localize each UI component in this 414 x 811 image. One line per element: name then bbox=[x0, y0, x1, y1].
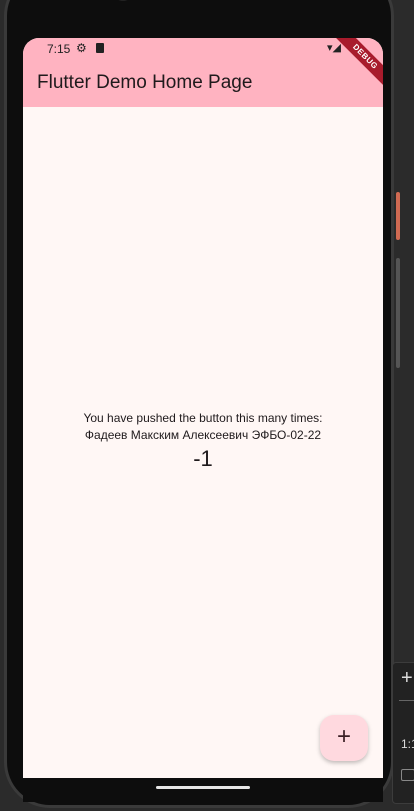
camera-icon bbox=[113, 0, 133, 1]
status-bar: 7:15 ⚙ ▾◢ bbox=[23, 38, 383, 60]
screenshot-icon[interactable] bbox=[401, 769, 414, 781]
increment-button[interactable]: + bbox=[320, 715, 368, 761]
device-frame: 7:15 ⚙ ▾◢ Flutter Demo Home Page DEBUG Y… bbox=[0, 0, 414, 811]
app-screen: 7:15 ⚙ ▾◢ Flutter Demo Home Page DEBUG Y… bbox=[23, 38, 383, 778]
sd-card-icon bbox=[96, 43, 104, 53]
counter-value: -1 bbox=[193, 446, 213, 471]
app-bar: 7:15 ⚙ ▾◢ Flutter Demo Home Page DEBUG bbox=[23, 38, 383, 107]
gear-icon: ⚙ bbox=[76, 41, 87, 55]
zoom-in-icon[interactable]: + bbox=[401, 667, 413, 690]
navigation-bar bbox=[23, 778, 383, 802]
zoom-ratio-button[interactable]: 1:1 bbox=[401, 737, 414, 751]
power-button[interactable] bbox=[396, 192, 400, 240]
emulator-toolbar: + 1:1 bbox=[392, 662, 414, 804]
page-title: Flutter Demo Home Page bbox=[37, 72, 253, 93]
counter-section: You have pushed the button this many tim… bbox=[23, 410, 383, 474]
divider bbox=[399, 700, 414, 701]
home-indicator[interactable] bbox=[156, 786, 250, 789]
volume-button[interactable] bbox=[396, 258, 400, 368]
plus-icon: + bbox=[336, 723, 351, 750]
status-time: 7:15 bbox=[47, 42, 71, 56]
wifi-icon: ▾◢ bbox=[327, 42, 341, 54]
author-text: Фадеев Макским Алексеевич ЭФБО-02-22 bbox=[84, 428, 322, 442]
counter-message: You have pushed the button this many tim… bbox=[83, 411, 323, 425]
